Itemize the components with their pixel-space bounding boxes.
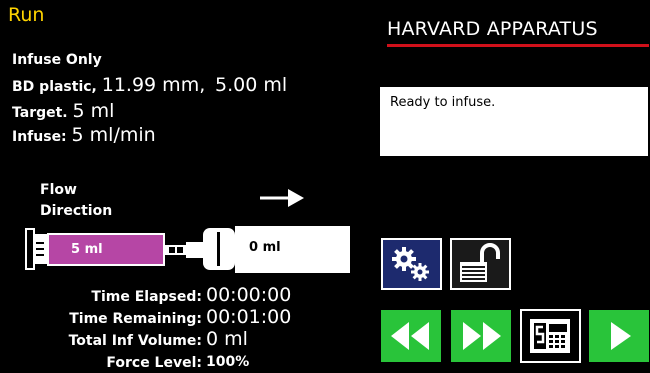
flow-direction-label: Flow Direction — [40, 180, 112, 222]
fast-forward-button[interactable] — [451, 310, 511, 362]
syringe-barrel: 5 ml — [47, 233, 165, 266]
syringe-spec: BD plastic, 11.99 mm, 5.00 ml — [12, 74, 287, 96]
brand-underline — [387, 44, 649, 47]
method-screen-icon — [530, 319, 570, 353]
target-label: Target. — [12, 105, 68, 121]
fast-forward-icon — [463, 322, 501, 350]
syringe-tip — [165, 245, 187, 255]
time-remaining-label: Time Remaining: — [69, 311, 202, 327]
screen-title: Run — [8, 4, 45, 26]
rewind-icon — [391, 322, 429, 350]
syringe-hub — [203, 228, 235, 270]
settings-button[interactable] — [381, 238, 442, 290]
rate-value: 5 ml/min — [71, 124, 156, 146]
method-button[interactable] — [520, 309, 581, 363]
flow-label-line2: Direction — [40, 203, 113, 219]
syringe-type: BD plastic, — [12, 79, 97, 95]
time-elapsed-value: 00:00:00 — [206, 284, 292, 306]
brand-logo-text: HARVARD APPARATUS — [387, 18, 598, 40]
infuse-rate: Infuse: 5 ml/min — [12, 124, 156, 146]
syringe-flange — [33, 234, 47, 264]
target-volume: Target. 5 ml — [12, 100, 114, 122]
target-value: 5 ml — [72, 100, 115, 122]
status-message: Ready to infuse. — [390, 95, 496, 110]
unlocked-padlock-icon — [460, 243, 500, 282]
syringe-diameter: 11.99 mm, — [101, 74, 206, 96]
barrel-volume: 5 ml — [71, 242, 103, 257]
syringe-volume: 5.00 ml — [215, 74, 288, 96]
lock-button[interactable] — [450, 238, 511, 290]
play-icon — [611, 322, 631, 350]
status-message-box: Ready to infuse. — [380, 87, 648, 156]
run-button[interactable] — [589, 310, 649, 362]
force-level-value: 100% — [206, 354, 250, 370]
delivered-volume-box: 0 ml — [235, 226, 350, 273]
syringe-neck — [186, 242, 204, 258]
gears-icon — [392, 247, 429, 281]
total-volume-value: 0 ml — [206, 328, 248, 350]
delivered-volume: 0 ml — [249, 240, 281, 255]
total-volume-label: Total Inf Volume: — [68, 333, 202, 349]
right-arrow-icon — [260, 189, 304, 207]
rewind-button[interactable] — [381, 310, 441, 362]
pump-mode: Infuse Only — [12, 52, 102, 68]
force-level-label: Force Level: — [106, 355, 202, 371]
flow-label-line1: Flow — [40, 182, 77, 198]
time-elapsed-label: Time Elapsed: — [91, 289, 202, 305]
rate-label: Infuse: — [12, 129, 67, 145]
time-remaining-value: 00:01:00 — [206, 306, 292, 328]
